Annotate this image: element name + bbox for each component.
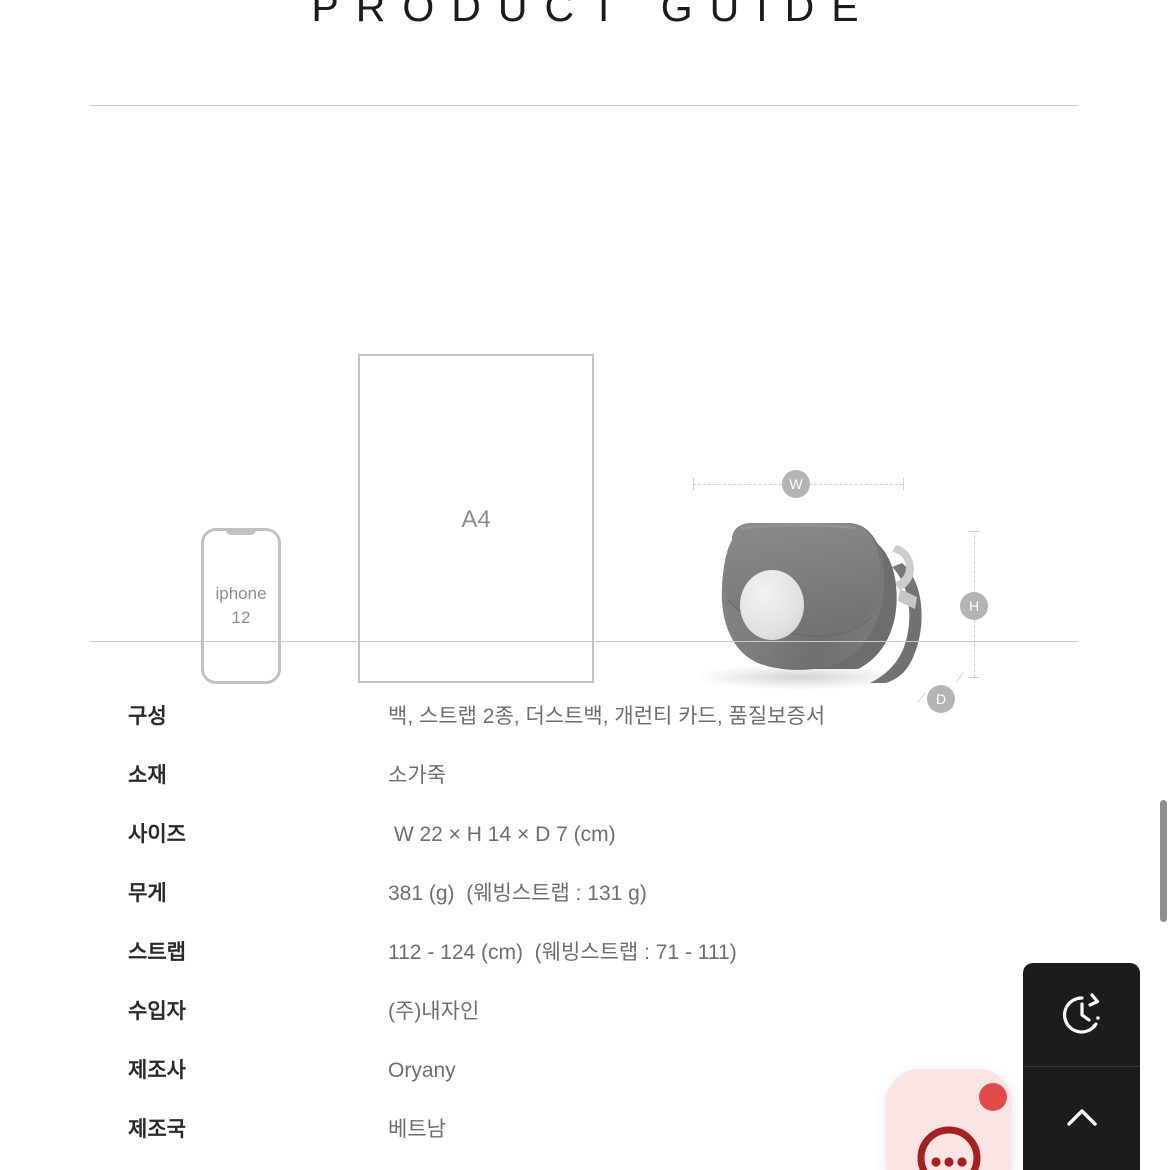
a4-paper-reference: A4 — [358, 354, 594, 683]
spec-value: 112 - 124 (cm) (웨빙스트랩 : 71 - 111) — [388, 941, 737, 964]
scrollbar-thumb[interactable] — [1160, 800, 1167, 922]
phone-label: iphone 12 — [215, 584, 267, 627]
spec-label: 무게 — [128, 882, 167, 905]
table-row: 구성 백, 스트랩 2종, 더스트백, 개런티 카드, 품질보증서 — [128, 700, 1028, 759]
floating-action-panel — [1023, 963, 1140, 1170]
spec-value: (주)내자인 — [388, 1000, 480, 1023]
spec-value: Oryany — [388, 1059, 456, 1082]
dimension-cap-height-top — [968, 531, 980, 532]
spec-value: W 22 × H 14 × D 7 (cm) — [388, 823, 616, 846]
a4-label: A4 — [461, 506, 491, 533]
spec-value: 백, 스트랩 2종, 더스트백, 개런티 카드, 품질보증서 — [388, 705, 826, 728]
spec-label: 수입자 — [128, 1000, 186, 1023]
page-title: PRODUCT GUIDE — [311, 0, 876, 30]
spec-label: 사이즈 — [128, 823, 186, 846]
spec-label: 제조국 — [128, 1118, 186, 1141]
divider-bottom — [90, 641, 1078, 642]
product-guide-page: PRODUCT GUIDE iphone 12 A4 W H D 구성 백, 스… — [0, 0, 1170, 1170]
dimension-badge-width: W — [782, 470, 810, 498]
spec-value: 381 (g) (웨빙스트랩 : 131 g) — [388, 882, 647, 905]
phone-notch — [226, 529, 256, 535]
scroll-to-top-button[interactable] — [1023, 1067, 1140, 1170]
dimension-cap-width-left — [693, 478, 694, 490]
chevron-up-icon — [1066, 1108, 1097, 1126]
recently-viewed-button[interactable] — [1023, 963, 1140, 1066]
spec-value: 베트남 — [388, 1118, 446, 1141]
dimension-badge-height: H — [960, 592, 988, 620]
table-row: 스트랩 112 - 124 (cm) (웨빙스트랩 : 71 - 111) — [128, 936, 1028, 995]
divider-top — [90, 105, 1078, 106]
spec-label: 제조사 — [128, 1059, 186, 1082]
scrollbar-track[interactable] — [1156, 0, 1170, 1170]
spec-label: 구성 — [128, 705, 167, 728]
bag-svg — [695, 523, 922, 690]
table-row: 수입자 (주)내자인 — [128, 995, 1028, 1054]
table-row: 사이즈 W 22 × H 14 × D 7 (cm) — [128, 818, 1028, 877]
spec-label: 스트랩 — [128, 941, 186, 964]
history-clock-icon — [1062, 992, 1100, 1034]
chat-dots-icon — [917, 1126, 981, 1170]
iphone-12-reference: iphone 12 — [201, 528, 281, 684]
chat-button[interactable] — [886, 1069, 1012, 1170]
spec-label: 소재 — [128, 764, 167, 787]
dimension-cap-width-right — [903, 478, 904, 490]
table-row: 소재 소가죽 — [128, 759, 1028, 818]
bag-clasp — [740, 570, 804, 640]
table-row: 무게 381 (g) (웨빙스트랩 : 131 g) — [128, 877, 1028, 936]
spec-value: 소가죽 — [388, 764, 446, 787]
chat-notification-badge — [979, 1083, 1007, 1111]
size-comparison-section: iphone 12 A4 W H D — [0, 150, 1170, 713]
dimension-cap-height-bottom — [968, 677, 980, 678]
product-bag-illustration — [670, 505, 960, 705]
